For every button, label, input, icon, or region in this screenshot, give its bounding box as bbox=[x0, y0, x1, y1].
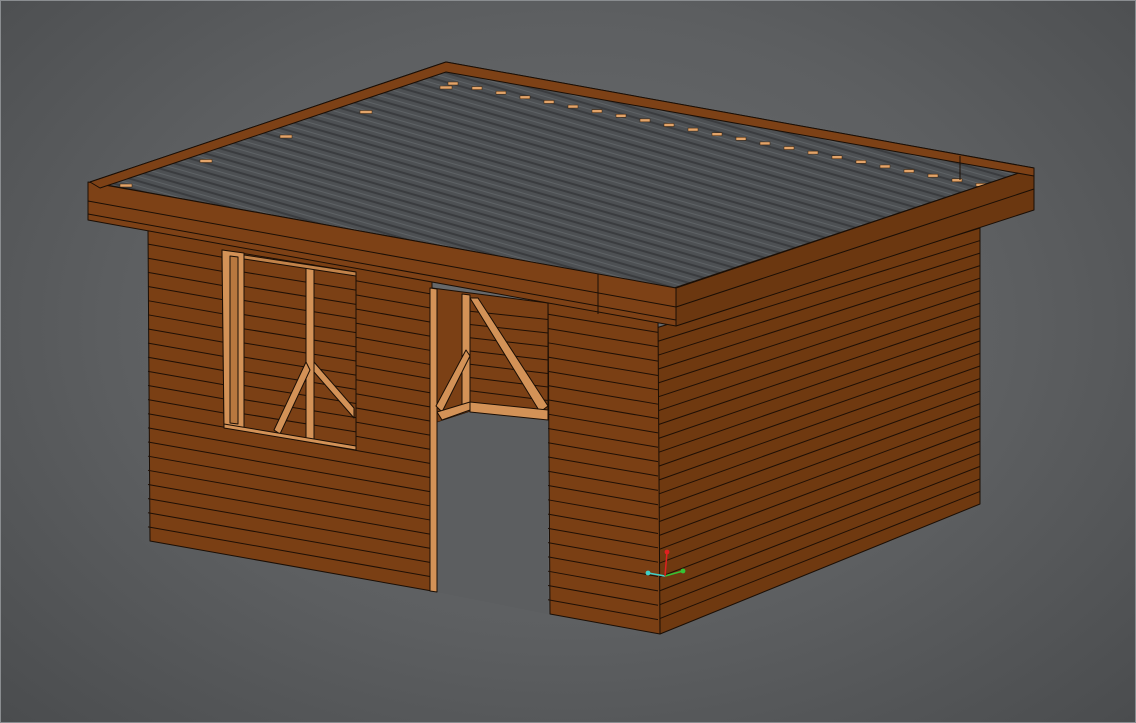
roof-rafter-end bbox=[199, 159, 213, 163]
roof-purlin-end bbox=[855, 160, 867, 164]
window-opening[interactable] bbox=[221, 249, 357, 451]
roof-purlin-end bbox=[519, 95, 531, 100]
roof-rafter-end bbox=[119, 183, 133, 188]
roof-purlin-end bbox=[639, 118, 651, 123]
roof-purlin-end bbox=[495, 90, 507, 95]
roof-purlin-end bbox=[807, 150, 819, 155]
roof-rafter-end bbox=[439, 85, 453, 90]
roof-purlin-end bbox=[543, 100, 555, 104]
roof-rafter-end bbox=[359, 110, 373, 114]
roof-purlin-end bbox=[663, 123, 675, 127]
roof-purlin-end bbox=[879, 164, 891, 169]
roof-purlin-end bbox=[903, 169, 915, 173]
roof-purlin-end bbox=[567, 104, 579, 109]
roof-purlin-end bbox=[735, 137, 747, 141]
roof-purlin-end bbox=[831, 155, 843, 159]
roof-purlin-end bbox=[687, 127, 699, 132]
roof-purlin-end bbox=[447, 81, 459, 86]
roof-rafter-end bbox=[279, 134, 293, 139]
roof-purlin-end bbox=[591, 109, 603, 113]
roof-purlin-end bbox=[615, 114, 627, 118]
cabin-model[interactable] bbox=[0, 0, 1136, 723]
door-opening[interactable] bbox=[429, 287, 549, 614]
3d-viewport[interactable] bbox=[0, 0, 1136, 723]
front-wall-right[interactable] bbox=[547, 299, 661, 635]
roof-purlin-end bbox=[783, 146, 795, 150]
roof-purlin-end bbox=[471, 86, 483, 90]
roof-purlin-end bbox=[759, 141, 771, 146]
roof-purlin-end bbox=[711, 132, 723, 136]
roof-purlin-end bbox=[927, 173, 939, 178]
